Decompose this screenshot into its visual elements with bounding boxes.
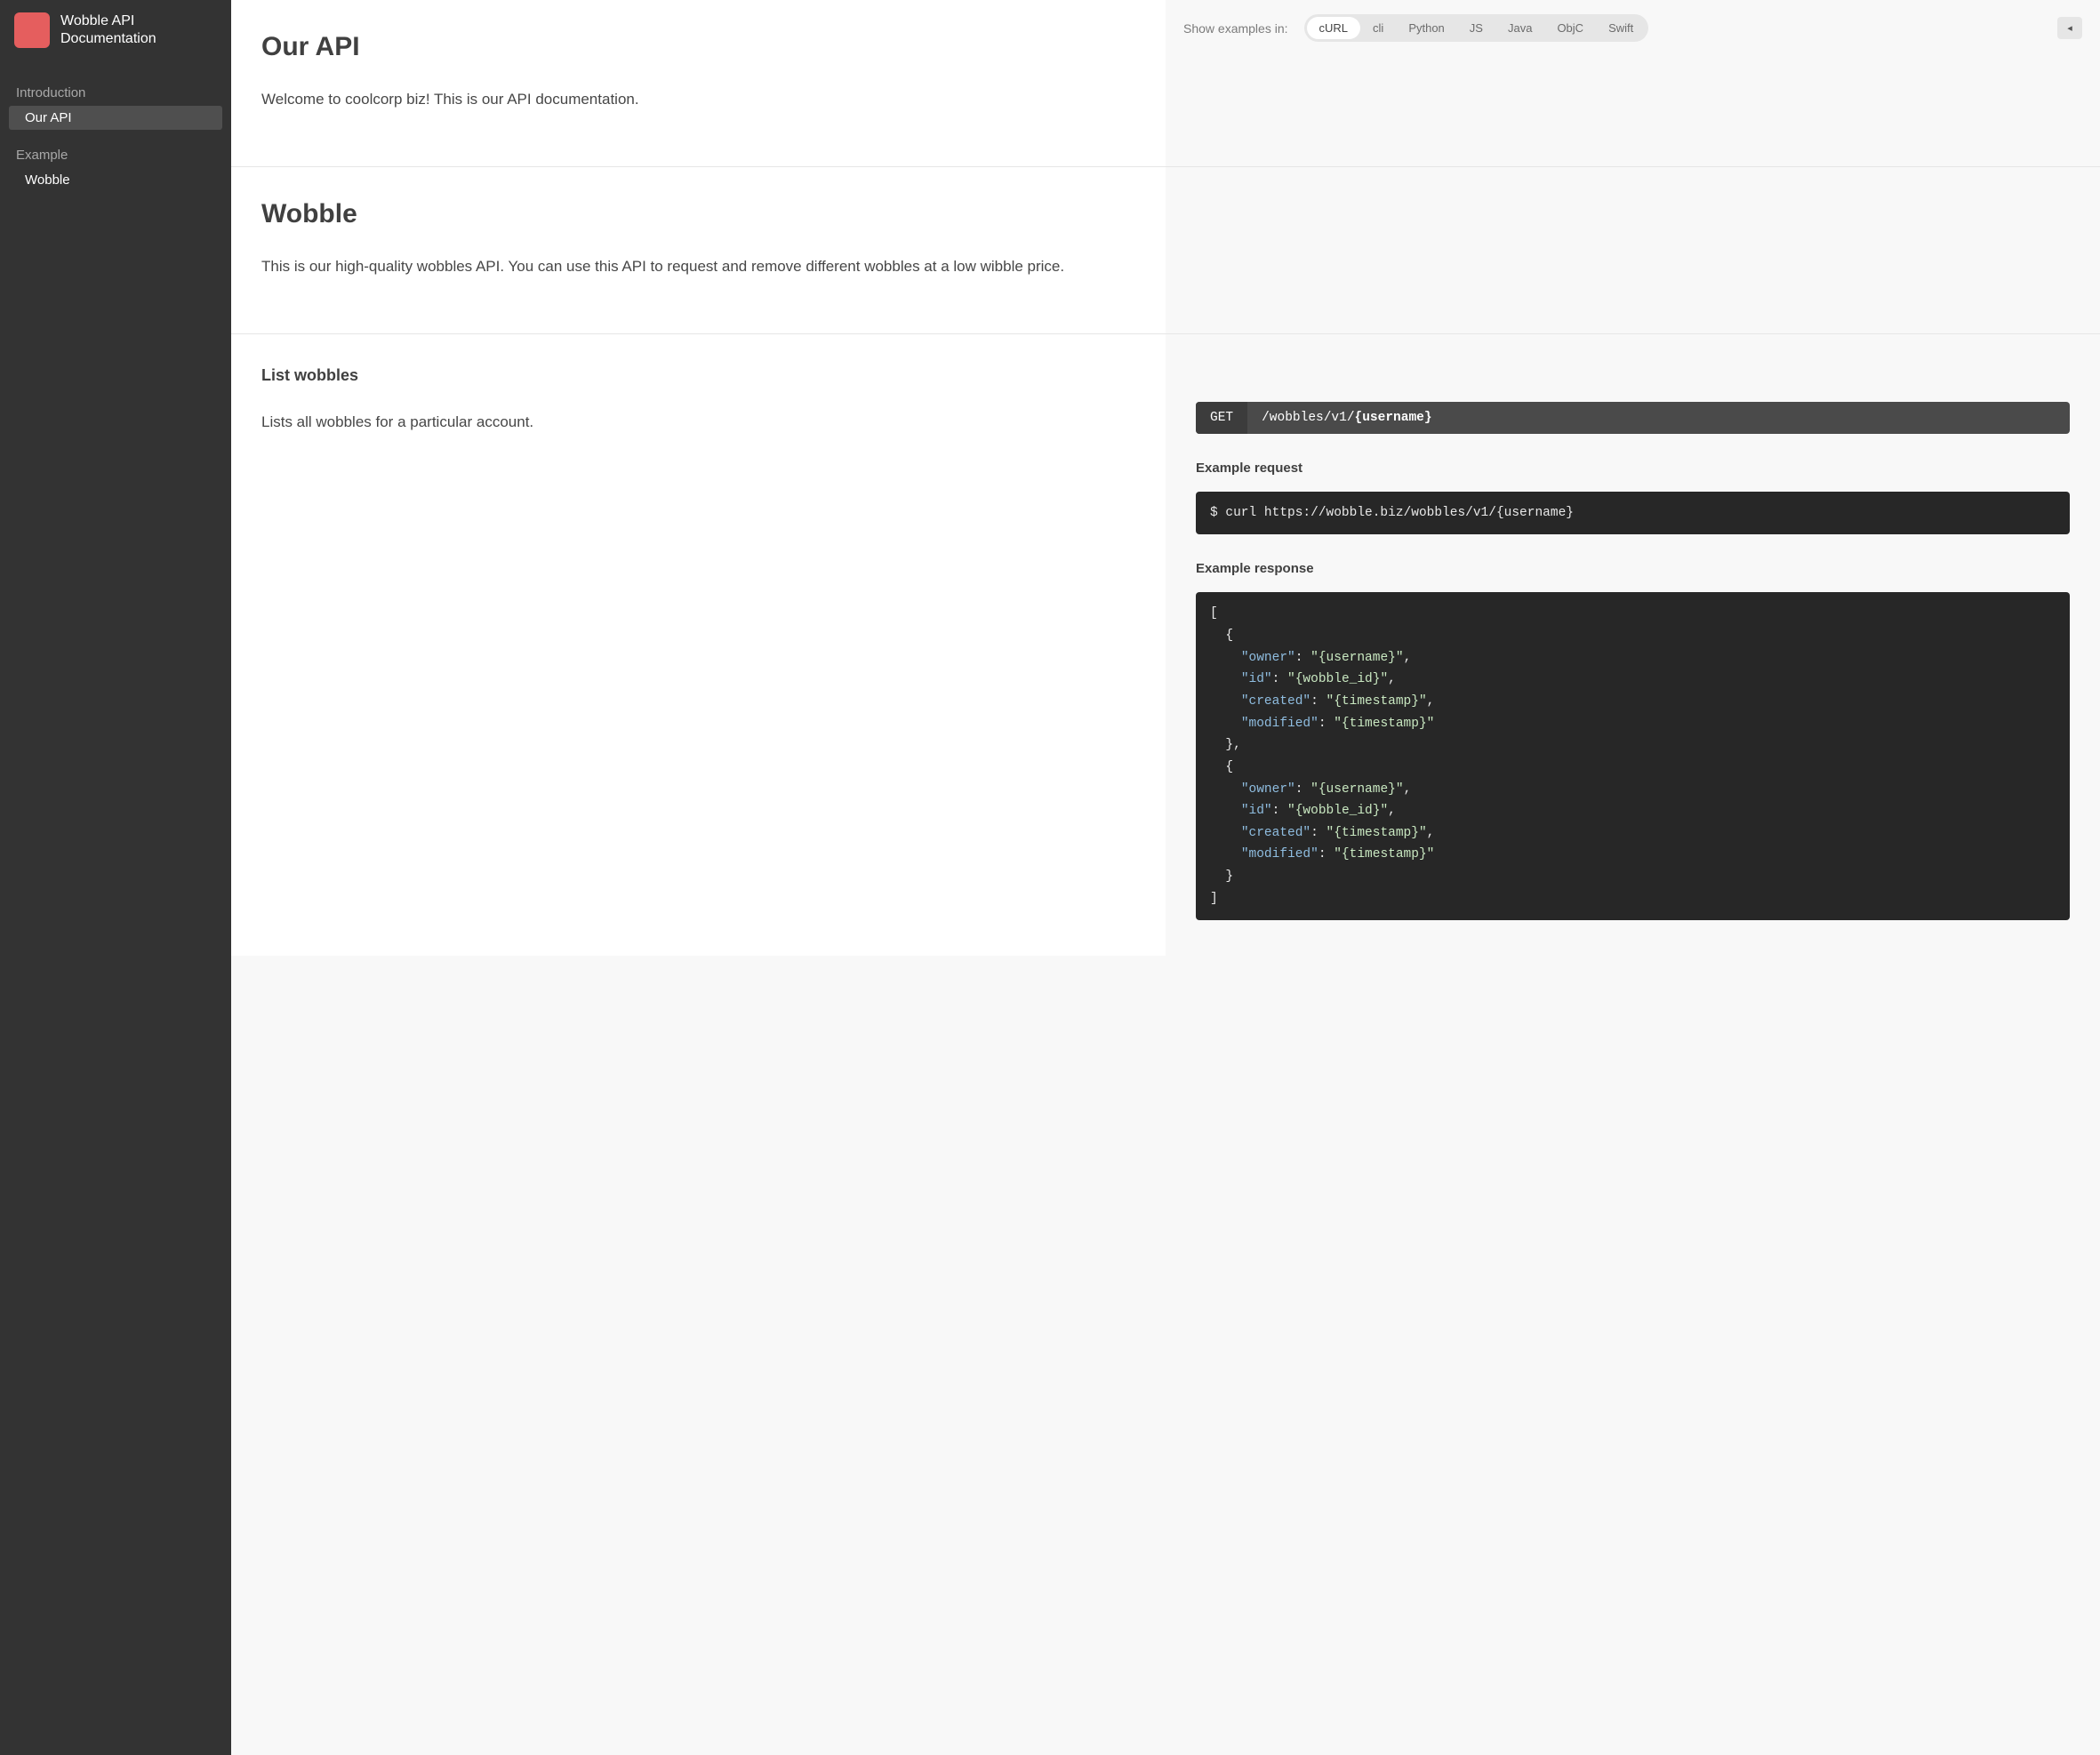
section-list-wobbles: List wobbles Lists all wobbles for a par… <box>231 334 2100 957</box>
doc-column: Our API Welcome to coolcorp biz! This is… <box>231 0 1166 166</box>
endpoint-path-param: {username} <box>1355 411 1432 425</box>
language-pills: cURL cli Python JS Java ObjC Swift <box>1304 14 1649 42</box>
code-column: GET /wobbles/v1/{username} Example reque… <box>1166 334 2100 957</box>
nav-group-introduction: Introduction Our API <box>0 80 231 130</box>
doc-column: Wobble This is our high-quality wobbles … <box>231 167 1166 333</box>
sidebar-item-wobble[interactable]: Wobble <box>9 168 222 192</box>
sidebar-item-our-api[interactable]: Our API <box>9 106 222 130</box>
lang-pill-java[interactable]: Java <box>1495 17 1544 39</box>
example-request-heading: Example request <box>1196 461 2070 476</box>
section-title: Our API <box>261 32 1135 62</box>
collapse-button[interactable]: ◂ <box>2057 17 2082 39</box>
section-title: List wobbles <box>261 366 1135 385</box>
endpoint-path-prefix: /wobbles/v1/ <box>1262 411 1354 425</box>
lang-pill-swift[interactable]: Swift <box>1596 17 1646 39</box>
lang-pill-curl[interactable]: cURL <box>1307 17 1361 39</box>
doc-column: List wobbles Lists all wobbles for a par… <box>231 334 1166 957</box>
endpoint-block: GET /wobbles/v1/{username} <box>1196 402 2070 434</box>
nav-group-example: Example Wobble <box>0 142 231 192</box>
http-method: GET <box>1196 402 1247 434</box>
sidebar-header: Wobble API Documentation <box>0 12 231 68</box>
section-body: Lists all wobbles for a particular accou… <box>261 410 1135 436</box>
logo-icon <box>14 12 50 48</box>
chevron-left-icon: ◂ <box>2067 22 2072 34</box>
lang-pill-cli[interactable]: cli <box>1360 17 1396 39</box>
example-response-heading: Example response <box>1196 561 2070 576</box>
example-request-code: $ curl https://wobble.biz/wobbles/v1/{us… <box>1196 492 2070 535</box>
section-title: Wobble <box>261 199 1135 229</box>
lang-pill-js[interactable]: JS <box>1457 17 1495 39</box>
page: Our API Welcome to coolcorp biz! This is… <box>231 0 2100 1755</box>
code-column <box>1166 167 2100 333</box>
endpoint-path: /wobbles/v1/{username} <box>1247 402 1446 434</box>
section-our-api: Our API Welcome to coolcorp biz! This is… <box>231 0 2100 167</box>
code-column: Show examples in: cURL cli Python JS Jav… <box>1166 0 2100 166</box>
language-toolbar: Show examples in: cURL cli Python JS Jav… <box>1166 14 2100 42</box>
sidebar: Wobble API Documentation Introduction Ou… <box>0 0 231 1755</box>
nav-group-label: Introduction <box>0 80 231 106</box>
example-response-code: [ { "owner": "{username}", "id": "{wobbl… <box>1196 592 2070 920</box>
nav-group-label: Example <box>0 142 231 168</box>
lang-pill-python[interactable]: Python <box>1396 17 1456 39</box>
lang-pill-objc[interactable]: ObjC <box>1544 17 1596 39</box>
toolbar-label: Show examples in: <box>1183 21 1288 36</box>
section-body: Welcome to coolcorp biz! This is our API… <box>261 87 1135 113</box>
section-body: This is our high-quality wobbles API. Yo… <box>261 254 1135 280</box>
section-wobble: Wobble This is our high-quality wobbles … <box>231 167 2100 334</box>
app-title: Wobble API Documentation <box>60 12 217 48</box>
